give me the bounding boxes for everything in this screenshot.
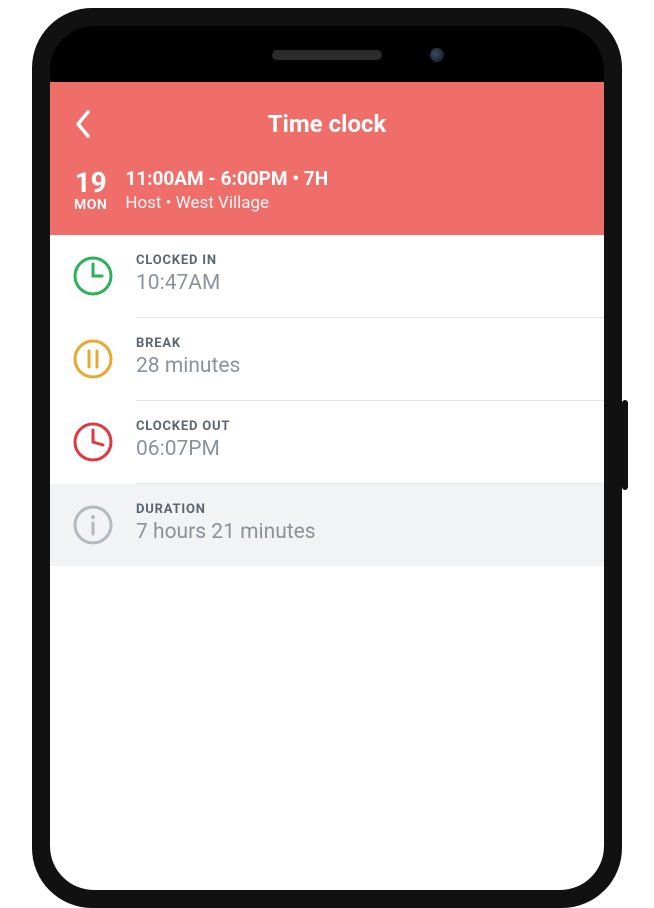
shift-block: 11:00AM - 6:00PM • 7H Host • West Villag…	[125, 166, 328, 215]
shift-time-range: 11:00AM - 6:00PM • 7H	[125, 166, 328, 192]
row-clocked-out[interactable]: CLOCKED OUT 06:07PM	[50, 401, 604, 483]
date-number: 19	[74, 168, 107, 197]
break-value: 28 minutes	[136, 353, 240, 380]
clocked-out-label: CLOCKED OUT	[136, 419, 230, 436]
row-break[interactable]: BREAK 28 minutes	[50, 318, 604, 400]
clocked-in-value: 10:47AM	[136, 270, 220, 297]
clocked-out-value: 06:07PM	[136, 436, 230, 463]
date-day: MON	[74, 198, 107, 213]
app-screen: Time clock 19 MON 11:00AM - 6:00PM • 7H …	[50, 82, 604, 890]
phone-side-button	[622, 400, 628, 490]
row-clocked-in[interactable]: CLOCKED IN 10:47AM	[50, 235, 604, 317]
pause-icon	[70, 336, 116, 382]
phone-bezel: Time clock 19 MON 11:00AM - 6:00PM • 7H …	[50, 26, 604, 890]
header: Time clock 19 MON 11:00AM - 6:00PM • 7H …	[50, 82, 604, 235]
clock-icon	[70, 253, 116, 299]
time-entries-list: CLOCKED IN 10:47AM BREAK	[50, 235, 604, 566]
break-label: BREAK	[136, 336, 240, 353]
page-title: Time clock	[74, 110, 580, 138]
shift-role-location: Host • West Village	[125, 192, 328, 215]
clocked-in-label: CLOCKED IN	[136, 253, 220, 270]
phone-speaker	[272, 50, 382, 60]
date-block: 19 MON	[74, 168, 107, 212]
duration-value: 7 hours 21 minutes	[136, 519, 316, 546]
clock-out-icon	[70, 419, 116, 465]
shift-summary: 19 MON 11:00AM - 6:00PM • 7H Host • West…	[74, 166, 580, 215]
info-icon	[70, 502, 116, 548]
phone-front-camera	[430, 48, 444, 62]
row-duration[interactable]: DURATION 7 hours 21 minutes	[50, 484, 604, 566]
phone-frame: Time clock 19 MON 11:00AM - 6:00PM • 7H …	[32, 8, 622, 908]
phone-speaker-bar	[50, 50, 604, 60]
duration-label: DURATION	[136, 502, 316, 519]
header-top: Time clock	[74, 104, 580, 144]
